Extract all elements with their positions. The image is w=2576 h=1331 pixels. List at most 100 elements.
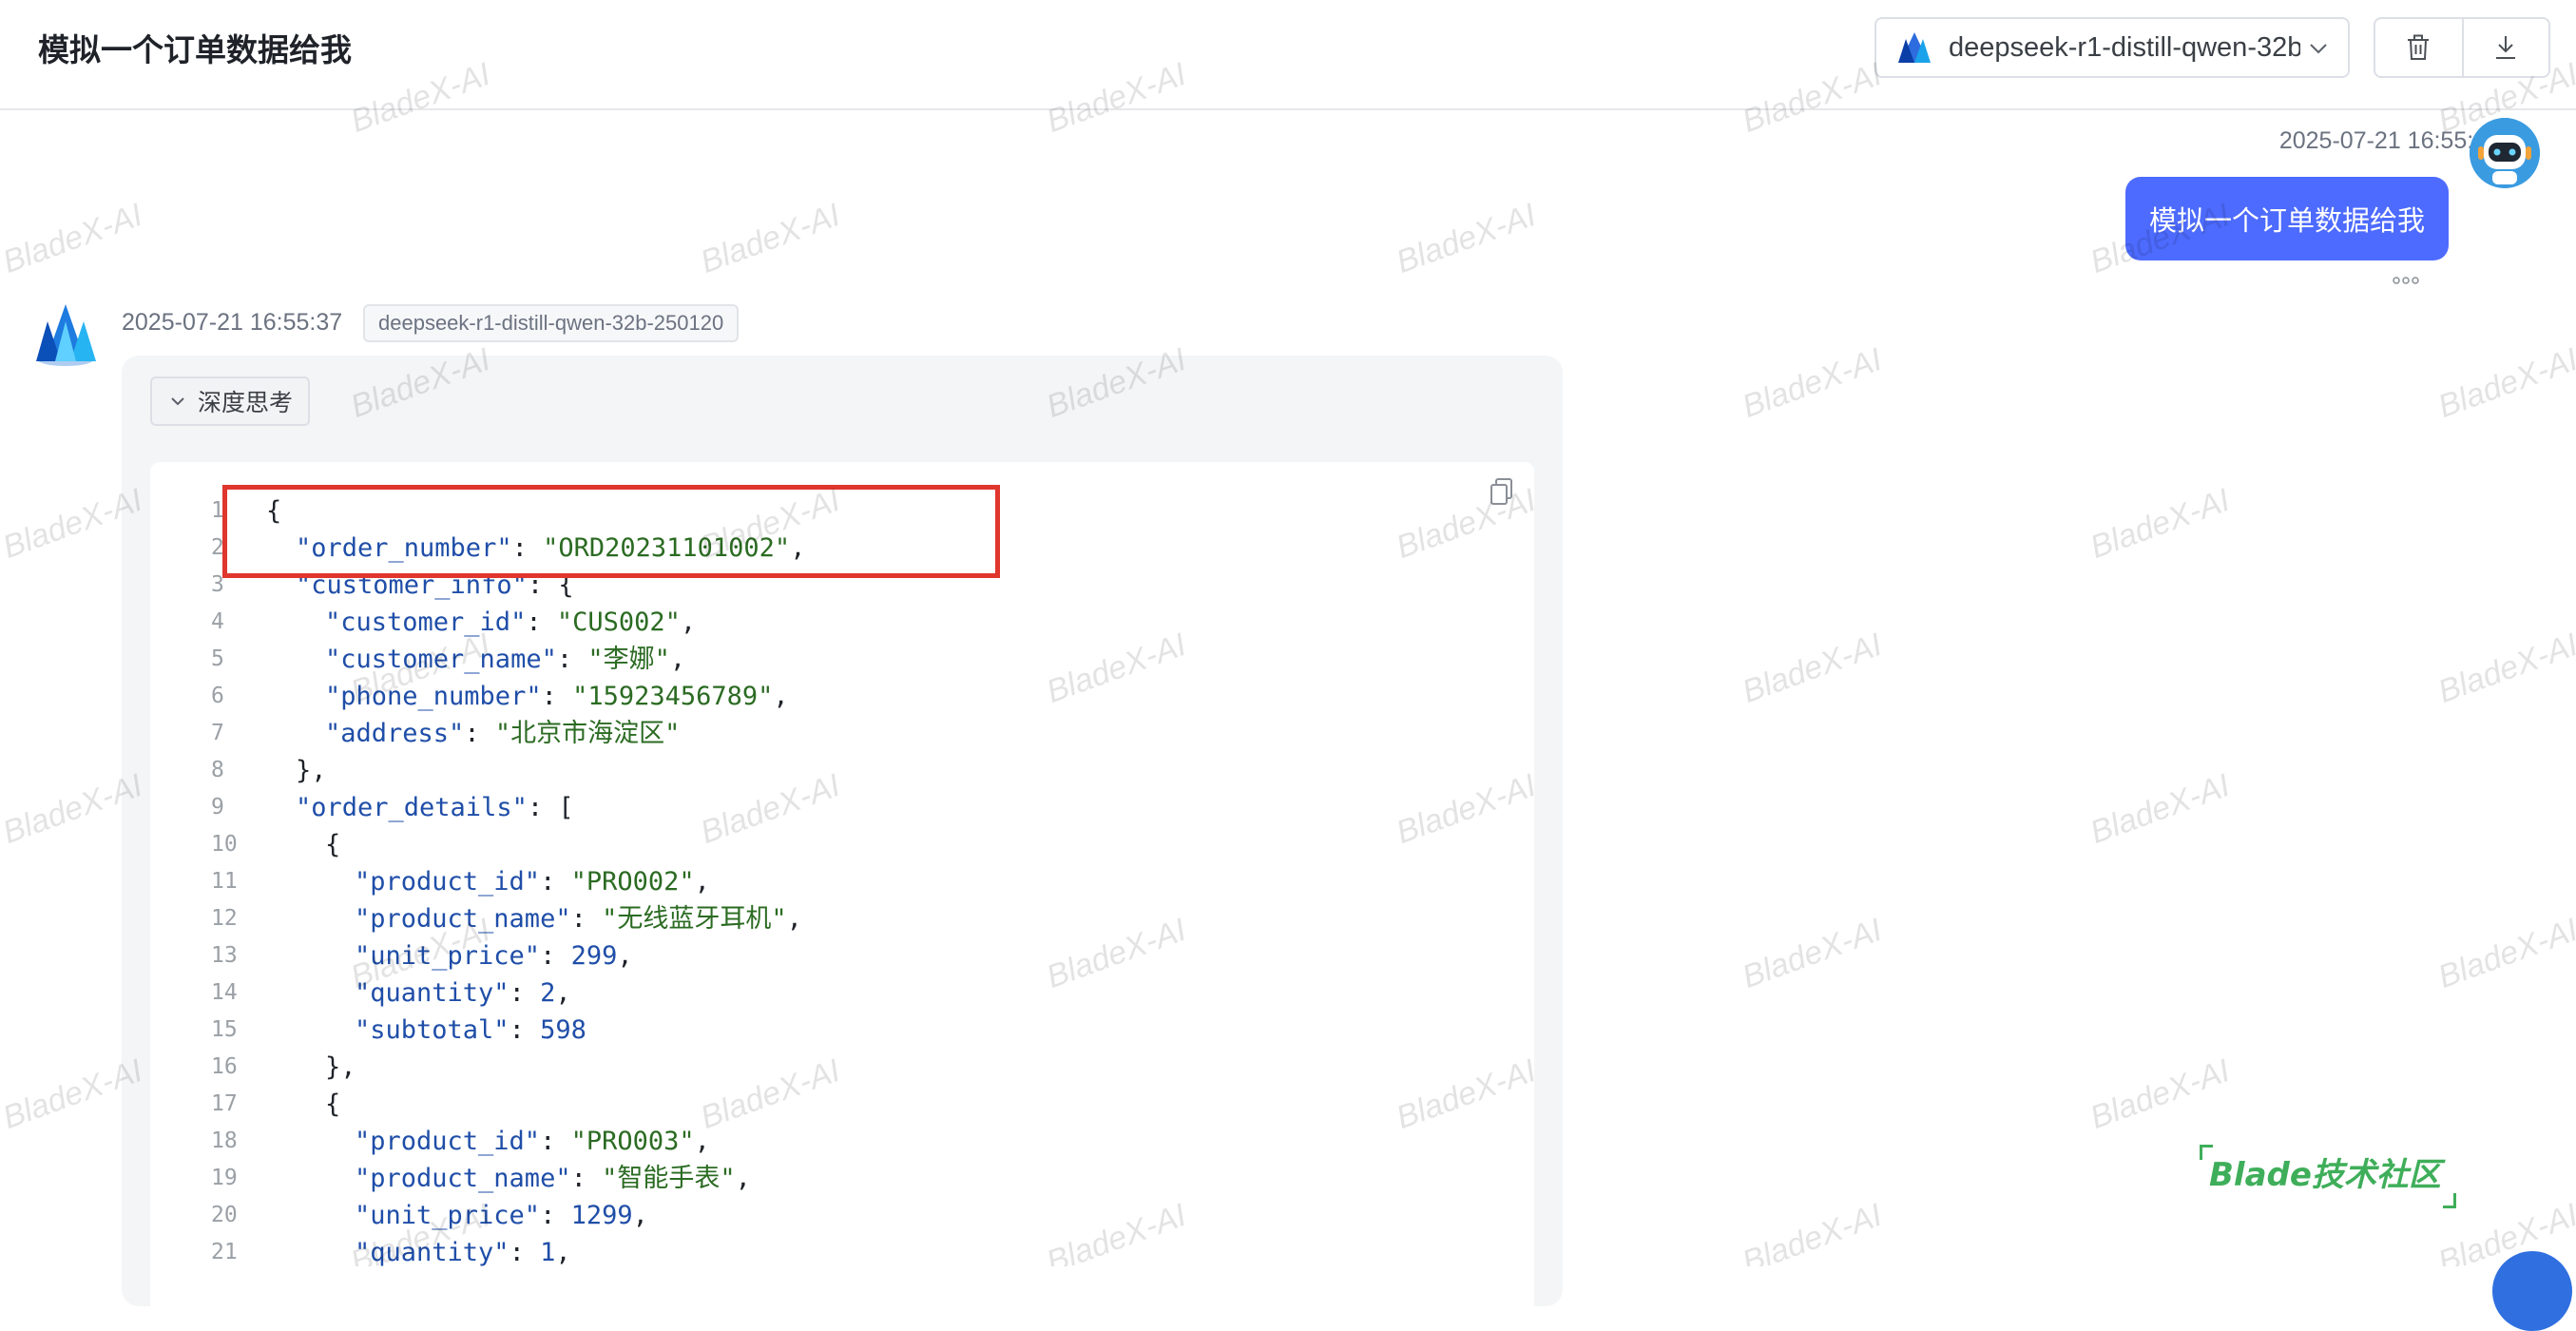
line-number: 10 [211,832,238,857]
user-message-bubble: 模拟一个订单数据给我 [2125,177,2449,260]
watermark-text: BladeX-AI [2432,340,2576,426]
line-content: }, [296,752,327,789]
json-punct: , [694,867,710,897]
json-key: "quantity" [355,978,509,1008]
chat-header: 模拟一个订单数据给我 deepseek-r1-distill-qwen-32b-… [0,0,2576,110]
watermark-text: BladeX-AI [1737,1196,1887,1266]
json-punct: : [570,1164,603,1193]
trash-icon [2408,34,2430,60]
community-watermark: Blade技术社区 [2200,1145,2456,1208]
json-punct: { [325,830,341,859]
chevron-down-icon [2310,44,2327,54]
copy-icon[interactable] [1489,477,1515,506]
json-key: "unit_price" [355,1201,541,1230]
deep-think-toggle[interactable]: 深度思考 [150,376,310,426]
json-punct: : [540,1127,571,1156]
watermark-text: BladeX-AI [2432,626,2576,711]
line-number: 19 [211,1166,238,1190]
floating-action-button[interactable] [2492,1251,2572,1331]
json-punct: }, [325,1052,356,1082]
json-punct: : [540,1201,571,1230]
json-punct: , [694,1127,710,1156]
delete-button[interactable] [2375,19,2462,76]
json-key: "product_id" [355,867,541,897]
json-punct: }, [296,756,327,785]
json-number: 2 [540,978,556,1008]
page-title: 模拟一个订单数据给我 [38,31,352,68]
json-string: "PRO002" [570,867,695,897]
json-string: "PRO003" [570,1127,695,1156]
highlight-box [222,485,1000,578]
json-string: "智能手表" [602,1164,736,1193]
ai-message-time: 2025-07-21 16:55:37 [122,309,343,336]
deep-think-label: 深度思考 [198,389,294,416]
json-punct: : [464,719,495,748]
line-content: "product_name": "无线蓝牙耳机", [355,900,802,937]
line-number: 7 [211,721,224,745]
line-content: "order_details": [ [296,789,574,826]
line-content: }, [325,1049,356,1086]
line-content: "unit_price": 299, [355,937,633,974]
json-string: "15923456789" [572,682,774,711]
line-content: "product_name": "智能手表", [355,1160,751,1197]
line-content: "customer_name": "李娜", [325,641,685,678]
json-punct: : [556,645,588,674]
json-number: 299 [570,941,618,971]
json-punct: : [509,1238,541,1267]
line-content: "phone_number": "15923456789", [325,678,789,715]
watermark-text: BladeX-AI [1737,626,1887,711]
json-string: "李娜" [587,645,670,674]
line-content: { [325,826,340,863]
json-string: "无线蓝牙耳机" [602,904,787,934]
model-select[interactable]: deepseek-r1-distill-qwen-32b-250120 [1874,17,2350,78]
json-punct: : [540,867,571,897]
json-punct: , [786,904,802,934]
ai-avatar-icon [36,304,96,366]
json-key: "customer_name" [325,645,557,674]
watermark-text: BladeX-AI [1737,911,1887,996]
json-key: "customer_id" [325,608,527,637]
line-content: "quantity": 1, [355,1234,571,1271]
line-number: 9 [211,795,224,820]
json-punct: , [555,978,571,1008]
json-key: "product_name" [355,1164,571,1193]
line-number: 18 [211,1128,238,1153]
watermark-text: BladeX-AI [2085,481,2235,567]
json-string: "CUS002" [556,608,681,637]
json-key: "address" [325,719,465,748]
download-button[interactable] [2461,19,2548,76]
json-punct: , [735,1164,751,1193]
line-number: 11 [211,869,238,894]
json-key: "product_name" [355,904,571,934]
json-punct: : [ [527,793,574,822]
json-punct: : [541,682,573,711]
chevron-down-icon [171,397,184,406]
watermark-text: BladeX-AI [1737,340,1887,426]
json-punct: , [669,645,686,674]
model-select-value: deepseek-r1-distill-qwen-32b-250120 [1949,31,2300,63]
watermark-text: BladeX-AI [1391,196,1541,281]
json-key: "order_details" [296,793,528,822]
watermark-text: BladeX-AI [0,196,147,281]
download-icon [2496,36,2516,59]
json-punct: : [509,1015,541,1045]
line-number: 17 [211,1091,238,1116]
watermark-text: BladeX-AI [2432,911,2576,996]
json-string: "北京市海淀区" [494,719,681,748]
json-punct: , [773,682,789,711]
json-number: 1 [540,1238,556,1267]
line-content: "subtotal": 598 [355,1012,586,1049]
line-content: "customer_id": "CUS002", [325,604,696,641]
watermark-text: BladeX-AI [695,196,845,281]
line-number: 4 [211,609,224,634]
json-key: "product_id" [355,1127,541,1156]
robot-avatar-icon [2470,118,2540,188]
line-content: "product_id": "PRO002", [355,863,710,900]
more-options-icon[interactable] [2392,276,2420,285]
community-label: Blade技术社区 [2209,1156,2441,1194]
watermark-text: BladeX-AI [2085,766,2235,852]
line-number: 21 [211,1240,238,1264]
line-content: { [325,1086,340,1123]
json-key: "subtotal" [355,1015,509,1045]
json-number: 598 [540,1015,586,1045]
